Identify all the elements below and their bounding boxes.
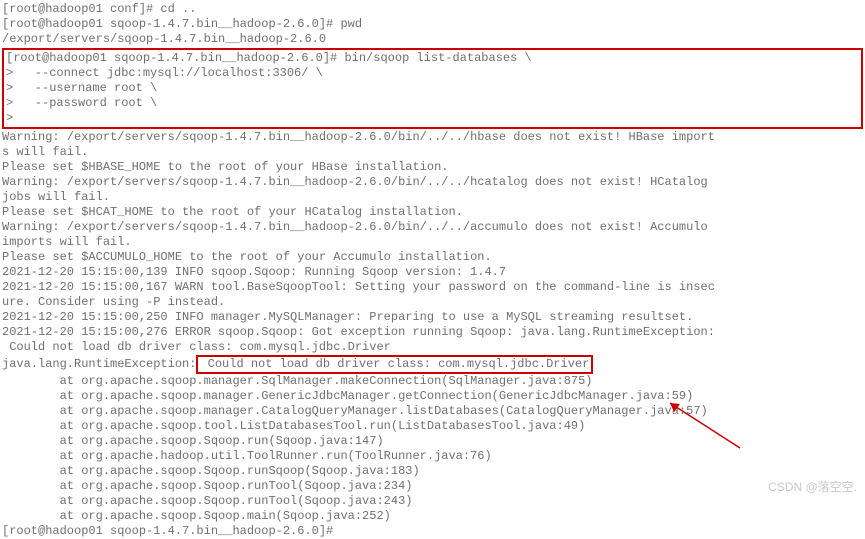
terminal-line: 2021-12-20 15:15:00,276 ERROR sqoop.Sqoo… [2,325,863,340]
terminal-line: imports will fail. [2,235,863,250]
exception-prefix: java.lang.RuntimeException: [2,357,196,371]
terminal-line: Warning: /export/servers/sqoop-1.4.7.bin… [2,220,863,235]
terminal-line: jobs will fail. [2,190,863,205]
terminal-line: [root@hadoop01 sqoop-1.4.7.bin__hadoop-2… [2,17,863,32]
watermark: CSDN @落空空. [768,480,857,495]
terminal-prompt[interactable]: [root@hadoop01 sqoop-1.4.7.bin__hadoop-2… [2,524,863,539]
terminal-line: [root@hadoop01 conf]# cd .. [2,2,863,17]
exception-line: java.lang.RuntimeException: Could not lo… [2,355,863,374]
command-highlight-box: [root@hadoop01 sqoop-1.4.7.bin__hadoop-2… [2,48,863,129]
terminal-line: ure. Consider using -P instead. [2,295,863,310]
pre-command-lines: [root@hadoop01 conf]# cd .. [root@hadoop… [2,2,863,47]
terminal-line: 2021-12-20 15:15:00,250 INFO manager.MyS… [2,310,863,325]
terminal-line: Could not load db driver class: com.mysq… [2,340,863,355]
terminal-output: [root@hadoop01 conf]# cd .. [root@hadoop… [2,2,863,539]
annotation-arrow-icon [660,398,750,458]
terminal-line: > [6,111,859,126]
terminal-line: Warning: /export/servers/sqoop-1.4.7.bin… [2,175,863,190]
terminal-line: /export/servers/sqoop-1.4.7.bin__hadoop-… [2,32,863,47]
warning-output: Warning: /export/servers/sqoop-1.4.7.bin… [2,130,863,355]
terminal-line: Please set $HCAT_HOME to the root of you… [2,205,863,220]
terminal-line: s will fail. [2,145,863,160]
error-highlight-box: Could not load db driver class: com.mysq… [196,355,593,374]
terminal-line: [root@hadoop01 sqoop-1.4.7.bin__hadoop-2… [6,51,859,66]
stack-line: at org.apache.sqoop.Sqoop.runTool(Sqoop.… [2,479,863,494]
terminal-line: Warning: /export/servers/sqoop-1.4.7.bin… [2,130,863,145]
terminal-line: 2021-12-20 15:15:00,139 INFO sqoop.Sqoop… [2,265,863,280]
terminal-line: > --username root \ [6,81,859,96]
terminal-line: Please set $ACCUMULO_HOME to the root of… [2,250,863,265]
stack-line: at org.apache.sqoop.Sqoop.main(Sqoop.jav… [2,509,863,524]
terminal-line: > --connect jdbc:mysql://localhost:3306/… [6,66,859,81]
stack-line: at org.apache.sqoop.Sqoop.runTool(Sqoop.… [2,494,863,509]
stack-line: at org.apache.sqoop.manager.SqlManager.m… [2,374,863,389]
terminal-line: Please set $HBASE_HOME to the root of yo… [2,160,863,175]
stack-line: at org.apache.sqoop.Sqoop.runSqoop(Sqoop… [2,464,863,479]
terminal-line: 2021-12-20 15:15:00,167 WARN tool.BaseSq… [2,280,863,295]
terminal-line: > --password root \ [6,96,859,111]
